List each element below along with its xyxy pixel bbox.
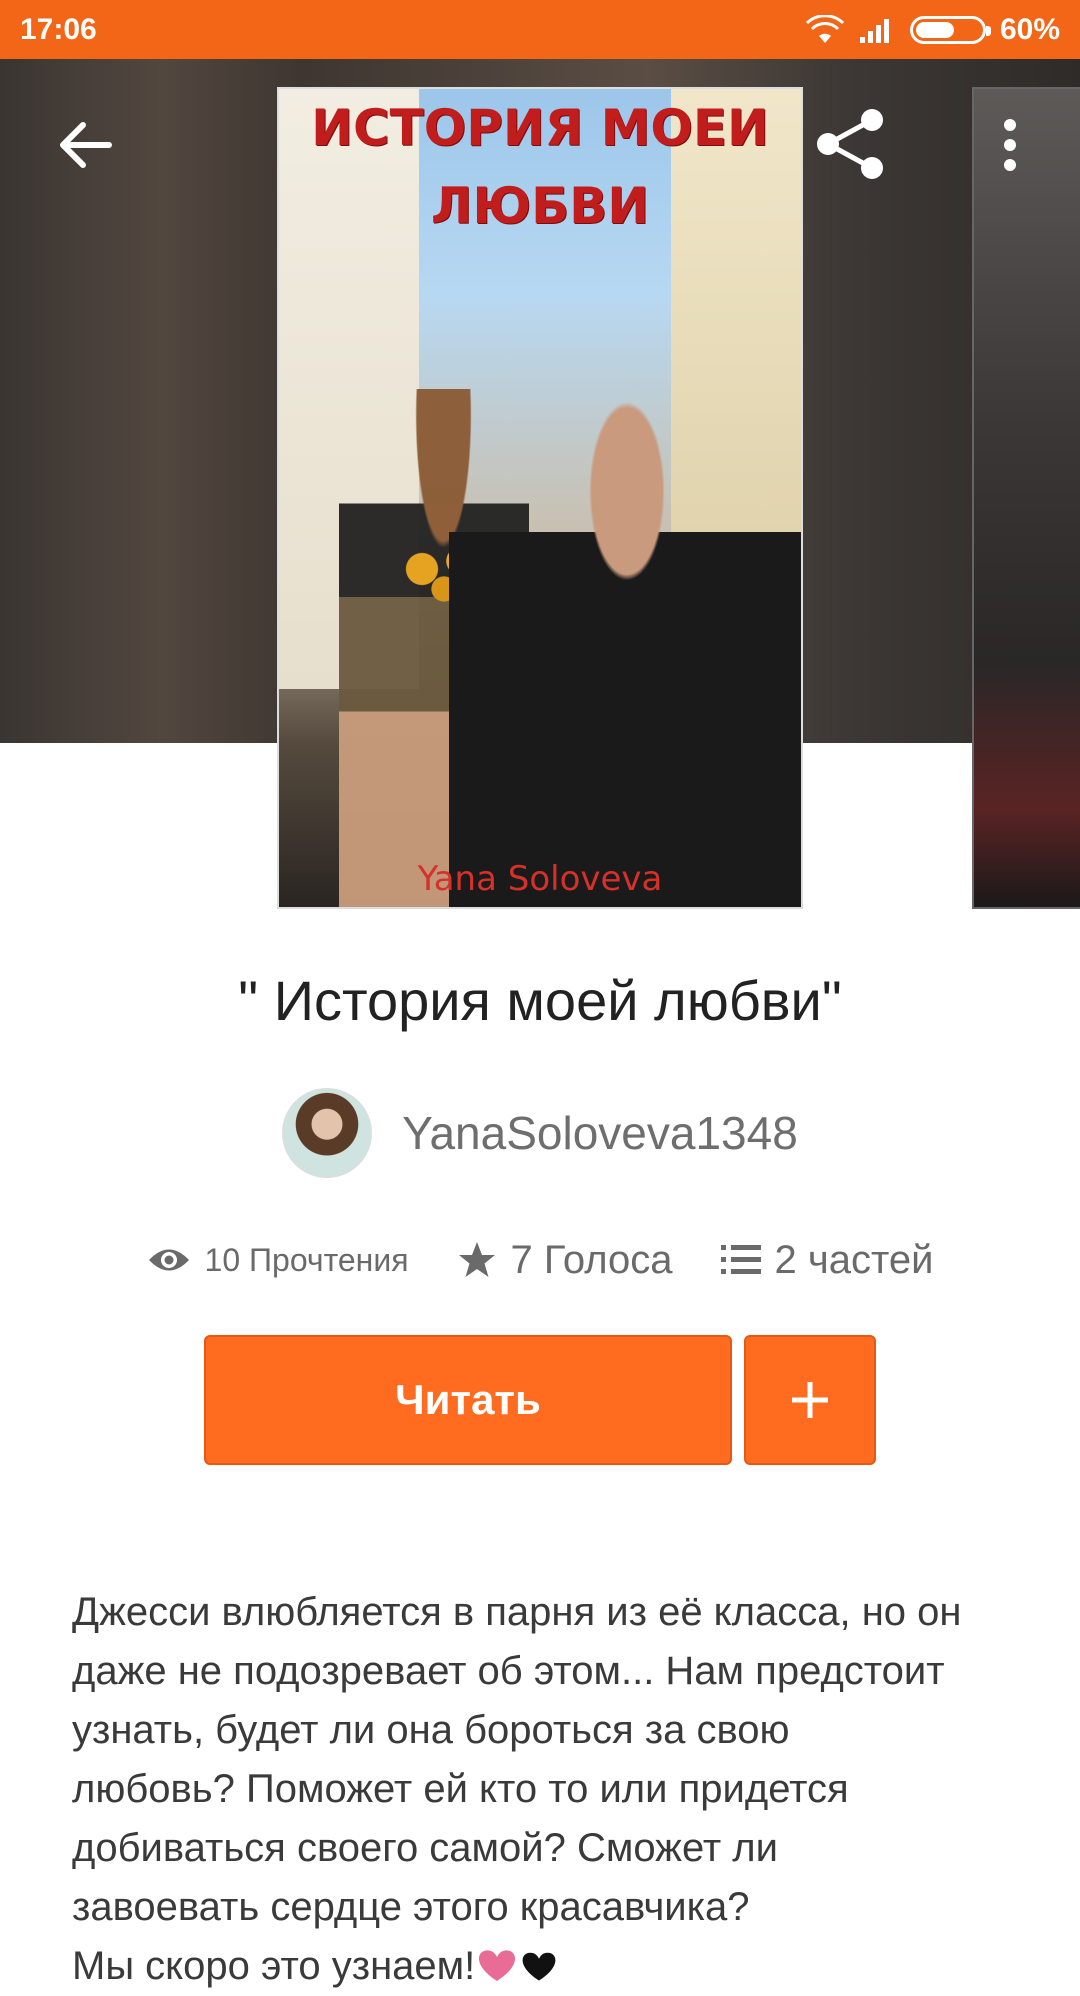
share-icon: [817, 109, 883, 179]
more-vertical-icon: [1004, 119, 1016, 171]
battery-icon: [909, 15, 991, 44]
status-time: 17:06: [20, 12, 97, 46]
eye-icon: [148, 1249, 189, 1271]
share-button[interactable]: [808, 102, 892, 186]
star-icon: [458, 1242, 495, 1277]
cover-author: Yana Soloveva: [417, 859, 663, 899]
reads-stat: 10 Прочтения: [147, 1242, 409, 1279]
cover-figure-man: [449, 399, 801, 907]
wifi-icon: [805, 14, 844, 43]
back-button[interactable]: [50, 110, 120, 180]
author-row[interactable]: YanaSoloveva1348: [0, 1088, 1080, 1178]
more-options-button[interactable]: [985, 110, 1035, 180]
story-title: " История моей любви": [238, 969, 842, 1032]
cover-title: ИСТОРИЯ МОЕИ ЛЮБВИ: [279, 89, 801, 245]
add-to-library-button[interactable]: [744, 1335, 876, 1465]
author-avatar[interactable]: [282, 1088, 373, 1178]
cover-title-line2: ЛЮБВИ: [430, 177, 650, 235]
story-description-text: Джесси влюбляется в парня из её класса, …: [72, 1590, 962, 1988]
arrow-left-icon: [60, 122, 112, 168]
parts-stat[interactable]: 2 частей: [720, 1237, 934, 1283]
reads-count: 10 Прочтения: [204, 1241, 409, 1278]
cover-title-line1: ИСТОРИЯ МОЕИ: [311, 99, 769, 157]
status-bar: 17:06 60%: [0, 0, 1080, 59]
battery-percent: 60%: [999, 12, 1060, 46]
signal-icon: [859, 18, 889, 43]
story-cover[interactable]: ИСТОРИЯ МОЕИ ЛЮБВИ Yana Soloveva: [277, 87, 803, 909]
read-button[interactable]: Читать: [204, 1335, 732, 1465]
author-name[interactable]: YanaSoloveva1348: [402, 1106, 798, 1160]
parts-count: 2 частей: [774, 1237, 934, 1282]
votes-count: 7 Голоса: [510, 1237, 673, 1282]
heart-icon: [479, 1950, 516, 1981]
next-story-cover[interactable]: [972, 87, 1080, 909]
votes-stat: 7 Голоса: [457, 1238, 673, 1283]
list-icon: [720, 1245, 761, 1274]
story-description: Джесси влюбляется в парня из её класса, …: [72, 1524, 1032, 1996]
black-heart-icon: [522, 1952, 556, 1981]
plus-icon: [792, 1382, 828, 1418]
status-icons: 60%: [805, 12, 1060, 47]
story-stats: 10 Прочтения 7 Голоса 2 частей: [0, 1230, 1080, 1290]
